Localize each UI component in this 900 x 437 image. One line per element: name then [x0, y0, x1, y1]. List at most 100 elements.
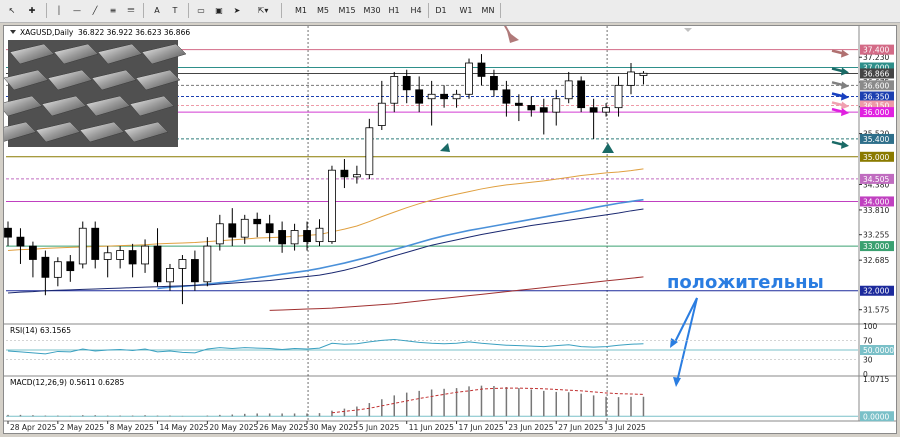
- candle-51: [639, 71, 648, 85]
- candle-body-36: [452, 93, 461, 100]
- candle-30: [377, 80, 386, 130]
- timeframe-m5[interactable]: M5: [314, 3, 332, 18]
- candle-body-34: [427, 93, 436, 100]
- price-tick-label-5: 33.810: [863, 206, 889, 215]
- level-badge-label-4: 36.350: [863, 93, 889, 102]
- candle-body-25: [315, 227, 324, 243]
- candle-34: [427, 80, 436, 126]
- arrows-icon[interactable]: ➤: [230, 3, 244, 18]
- candle-body-19: [240, 218, 249, 238]
- candle-body-8: [103, 252, 112, 260]
- rsi-line: [7, 338, 644, 355]
- candle-body-40: [502, 89, 511, 104]
- candle-body-2: [29, 245, 37, 260]
- candle-body-43: [539, 107, 548, 113]
- candle-42: [527, 96, 536, 117]
- candle-body-21: [265, 223, 274, 234]
- candle-38: [477, 54, 486, 86]
- candle-body-31: [390, 76, 399, 104]
- candle-43: [539, 98, 548, 135]
- marker-arrow-left: [440, 143, 450, 152]
- level-badge-label-6: 36.000: [863, 108, 889, 117]
- marker-arrow-grey: [684, 28, 692, 32]
- level-arrow-head-1: [841, 67, 849, 76]
- horizontal-line-icon[interactable]: —: [70, 3, 84, 18]
- candle-20: [253, 212, 262, 238]
- candle-body-29: [365, 127, 374, 176]
- timeframe-m15[interactable]: M15: [336, 3, 358, 18]
- level-badge-label-8: 35.000: [863, 153, 889, 162]
- candle-body-13: [166, 268, 174, 283]
- chart-window[interactable]: 37.23036.67536.12035.52034.38033.81033.2…: [3, 25, 897, 434]
- vertical-line-icon[interactable]: │: [52, 3, 66, 18]
- candle-27: [340, 159, 349, 189]
- candle-body-50: [627, 71, 635, 86]
- x-label-8: 11 Jun 2025: [409, 423, 454, 432]
- ma-line-darkred: [269, 276, 644, 311]
- candle-body-17: [215, 223, 224, 245]
- candle-body-7: [91, 227, 100, 260]
- x-label-7: 5 Jun 2025: [359, 423, 400, 432]
- candle-26: [328, 165, 336, 244]
- crosshair-icon[interactable]: ✚: [25, 3, 39, 18]
- chart-header: XAGUSD,Daily 36.822 36.922 36.623 36.866: [10, 28, 190, 37]
- marker-arrow-top-shaft: [503, 26, 513, 39]
- candle-body-15: [190, 259, 199, 283]
- candle-body-23: [290, 230, 299, 245]
- rectangle-icon[interactable]: ▣: [212, 3, 226, 18]
- header-symbol: XAGUSD,Daily: [20, 28, 74, 37]
- rsi-label: RSI(14) 63.1565: [10, 326, 71, 335]
- price-tick-label-6: 33.255: [863, 231, 889, 240]
- candle-body-28: [352, 174, 361, 178]
- trendline-icon[interactable]: ╱: [88, 3, 102, 18]
- candle-body-9: [116, 250, 125, 260]
- channel-icon[interactable]: ≡: [106, 3, 120, 18]
- candle-body-42: [527, 105, 536, 111]
- price-tick-label-7: 32.685: [863, 256, 889, 265]
- candle-7: [91, 221, 100, 269]
- fibonacci-icon[interactable]: 𝄘: [124, 3, 138, 18]
- candle-body-18: [228, 223, 237, 238]
- level-badge-label-0: 37.400: [863, 46, 889, 55]
- candle-3: [41, 250, 50, 296]
- candle-body-33: [415, 89, 424, 104]
- candle-body-14: [178, 259, 187, 269]
- timeframe-d1[interactable]: D1: [432, 3, 450, 18]
- candle-46: [577, 76, 586, 113]
- candle-body-22: [278, 230, 287, 245]
- timeframe-w1[interactable]: W1: [456, 3, 476, 18]
- candle-36: [452, 89, 461, 108]
- candle-body-47: [589, 107, 598, 113]
- candle-0: [4, 221, 12, 247]
- timeframe-m30[interactable]: M30: [361, 3, 383, 18]
- candle-40: [502, 80, 511, 117]
- candle-body-16: [203, 245, 212, 283]
- shapes-icon[interactable]: ▭: [194, 3, 208, 18]
- candle-body-30: [377, 102, 386, 126]
- timeframe-m1[interactable]: M1: [292, 3, 310, 18]
- x-label-12: 3 Jul 2025: [608, 423, 646, 432]
- price-tick-label-8: 31.575: [863, 306, 889, 315]
- candle-37: [465, 58, 473, 99]
- timeframe-h1[interactable]: H1: [385, 3, 403, 18]
- candle-body-3: [41, 256, 50, 278]
- ma-line-blue: [157, 198, 644, 290]
- candle-body-48: [602, 107, 610, 113]
- x-label-1: 2 May 2025: [60, 423, 104, 432]
- candle-body-27: [340, 169, 349, 178]
- cursor-icon[interactable]: ↖: [5, 3, 19, 18]
- label-tool-icon[interactable]: T: [168, 3, 182, 18]
- candle-body-11: [141, 245, 149, 265]
- rsi-tick-2: 30: [863, 356, 873, 365]
- annotation-arrow-2-head: [673, 377, 681, 387]
- level-arrow-head-0: [841, 49, 849, 58]
- candle-41: [514, 94, 523, 122]
- candle-5: [66, 255, 75, 282]
- candle-body-32: [402, 76, 411, 91]
- candle-8: [103, 246, 112, 278]
- level-arrow-head-6: [841, 140, 849, 149]
- timeframe-h4[interactable]: H4: [407, 3, 425, 18]
- text-tool-icon[interactable]: A: [150, 3, 164, 18]
- timeframe-mn[interactable]: MN: [479, 3, 497, 18]
- objects-dropdown-icon[interactable]: ⇱▾: [252, 3, 274, 18]
